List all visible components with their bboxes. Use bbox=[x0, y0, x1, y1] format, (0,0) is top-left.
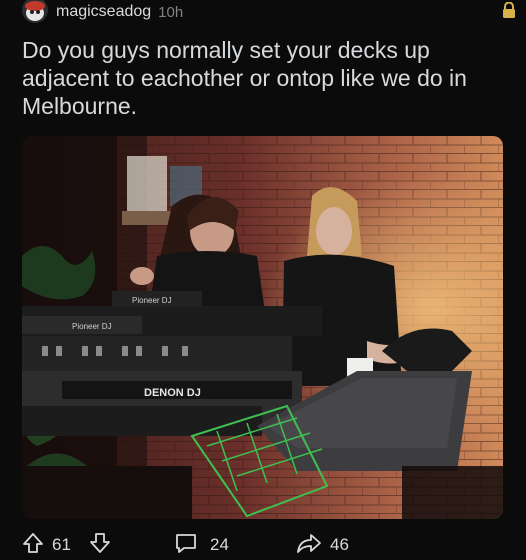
comment-bubble-icon bbox=[174, 532, 198, 559]
photo-of-two-djs-at-decks-icon: Pioneer DJ Pioneer DJ DENON DJ bbox=[22, 136, 503, 519]
share-button[interactable]: 46 bbox=[296, 530, 349, 560]
brand-label-denon: DENON DJ bbox=[144, 387, 201, 399]
share-count: 46 bbox=[330, 535, 349, 554]
username-link[interactable]: magicseadog bbox=[56, 3, 151, 21]
upvote-arrow-icon[interactable] bbox=[22, 532, 44, 559]
post-title[interactable]: Do you guys normally set your decks up a… bbox=[22, 36, 502, 120]
user-avatar[interactable] bbox=[22, 0, 48, 23]
comment-count: 24 bbox=[210, 535, 229, 554]
brand-label-pioneer-top: Pioneer DJ bbox=[132, 296, 172, 305]
downvote-arrow-icon[interactable] bbox=[89, 532, 111, 559]
post-header: magicseadog 10h bbox=[22, 0, 183, 24]
vote-group: 61 bbox=[22, 530, 111, 560]
post-image[interactable]: Pioneer DJ Pioneer DJ DENON DJ bbox=[22, 136, 503, 519]
brand-label-pioneer-mid: Pioneer DJ bbox=[72, 322, 112, 331]
comments-button[interactable]: 24 bbox=[174, 530, 229, 560]
post-timestamp: 10h bbox=[158, 3, 184, 21]
post-actions-bar: 61 24 46 bbox=[0, 530, 526, 560]
lock-icon bbox=[502, 1, 516, 23]
vote-count: 61 bbox=[52, 535, 71, 554]
share-arrow-icon bbox=[296, 532, 322, 559]
